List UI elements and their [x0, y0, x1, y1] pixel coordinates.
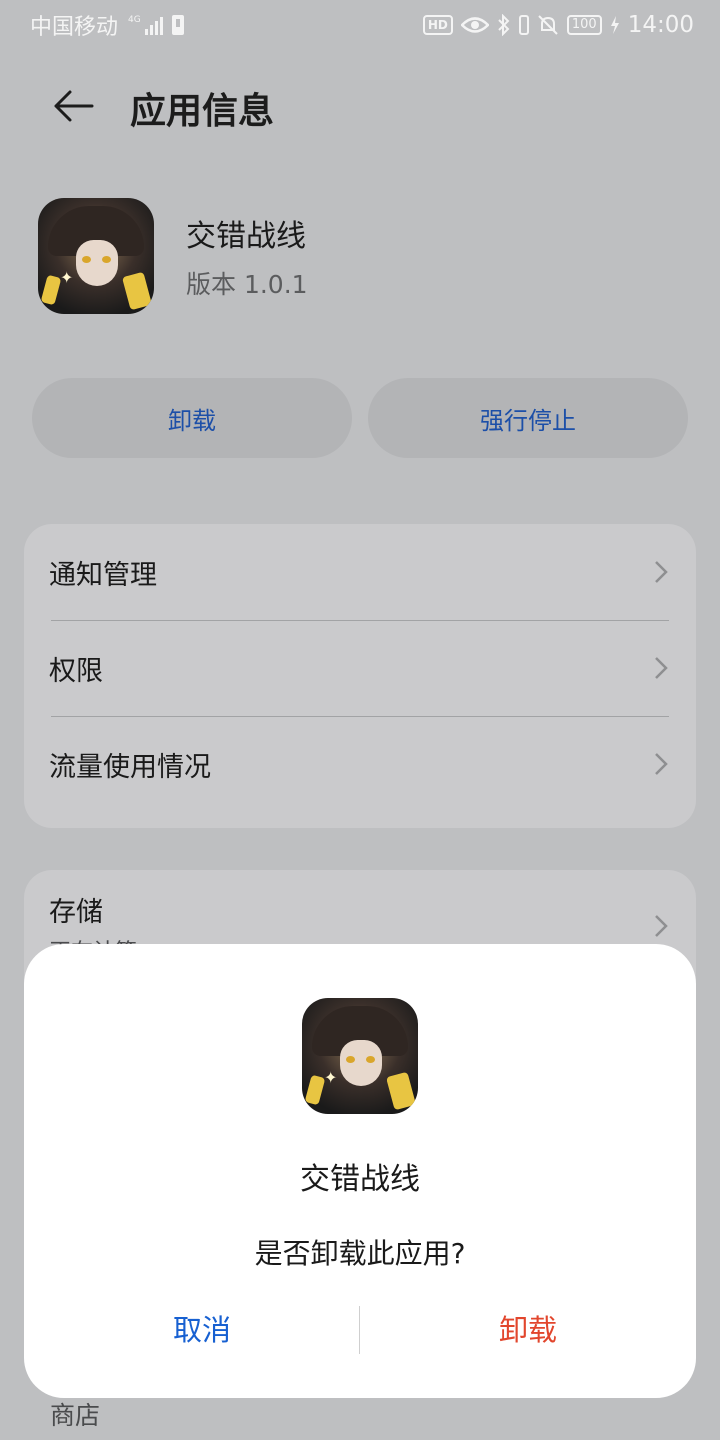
cell-signal-icon: 4G — [128, 15, 163, 35]
status-bar: 中国移动 4G HD 100 14:00 — [0, 0, 720, 50]
storage-title: 存储 — [49, 897, 103, 928]
network-type-label: 4G — [128, 15, 141, 25]
settings-item-notifications[interactable]: 通知管理 — [24, 524, 696, 620]
dialog-app-name: 交错战线 — [300, 1162, 420, 1197]
uninstall-dialog: ✦ 交错战线 是否卸载此应用? 取消 卸载 — [24, 944, 696, 1398]
app-name: 交错战线 — [186, 219, 306, 254]
back-arrow-icon[interactable] — [50, 84, 94, 128]
app-bar: 应用信息 — [0, 70, 720, 142]
chevron-right-icon — [655, 915, 668, 937]
force-stop-button[interactable]: 强行停止 — [368, 378, 688, 458]
app-info-row: ✦ 交错战线 版本 1.0.1 — [38, 198, 308, 314]
status-right: HD 100 14:00 — [422, 12, 694, 38]
bluetooth-icon — [498, 14, 510, 36]
settings-card: 通知管理 权限 流量使用情况 — [24, 524, 696, 828]
chevron-right-icon — [655, 753, 668, 775]
carrier-name: 中国移动 — [30, 15, 119, 40]
settings-item-label: 权限 — [49, 655, 103, 687]
dialog-app-icon: ✦ — [302, 998, 418, 1114]
chevron-right-icon — [655, 657, 668, 679]
settings-item-data-usage[interactable]: 流量使用情况 — [24, 716, 696, 812]
store-section-label: 商店 — [50, 1401, 101, 1430]
dialog-message: 是否卸载此应用? — [254, 1237, 466, 1270]
uninstall-button[interactable]: 卸载 — [32, 378, 352, 458]
settings-item-permissions[interactable]: 权限 — [24, 620, 696, 716]
mute-bell-icon — [538, 15, 558, 35]
app-version: 版本 1.0.1 — [186, 270, 308, 299]
settings-item-label: 通知管理 — [49, 559, 157, 591]
page-title: 应用信息 — [130, 91, 275, 132]
vibrate-icon — [518, 15, 529, 35]
sim-icon — [171, 15, 184, 35]
settings-item-label: 流量使用情况 — [49, 751, 211, 783]
battery-icon: 100 — [566, 15, 602, 35]
hd-icon: HD — [422, 15, 453, 35]
app-icon: ✦ — [38, 198, 154, 314]
chevron-right-icon — [655, 561, 668, 583]
clock: 14:00 — [627, 12, 694, 38]
charging-icon — [610, 16, 619, 34]
dialog-confirm-uninstall-button[interactable]: 卸载 — [360, 1300, 696, 1356]
status-left: 中国移动 4G — [30, 9, 185, 41]
dialog-cancel-button[interactable]: 取消 — [34, 1300, 370, 1356]
eye-icon — [460, 17, 489, 33]
app-meta: 交错战线 版本 1.0.1 — [186, 211, 308, 301]
